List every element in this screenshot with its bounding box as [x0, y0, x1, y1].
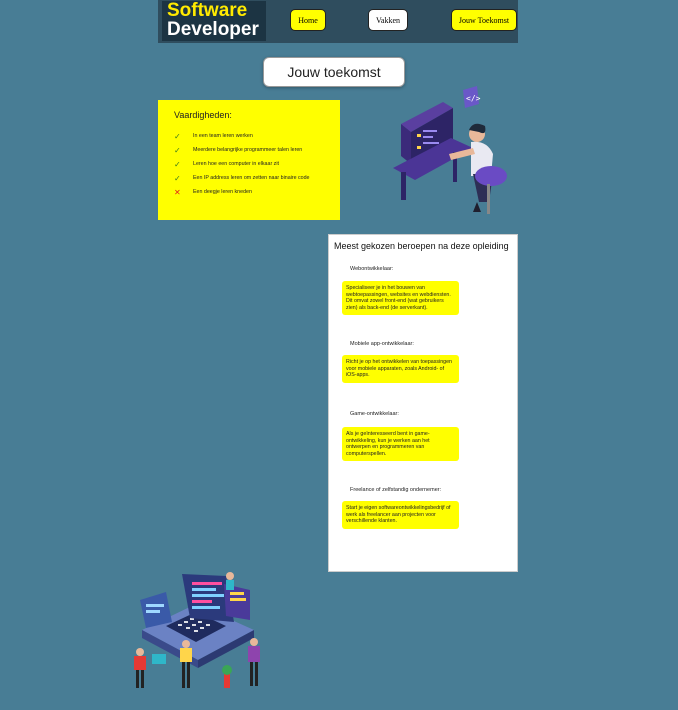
skill-item: ✕ Een deegje leren kneden [174, 185, 340, 199]
check-icon: ✓ [174, 131, 181, 141]
career-description: Richt je op het ontwikkelen van toepassi… [342, 355, 459, 383]
nav-vakken-button[interactable]: Vakken [368, 9, 408, 31]
career-label: Mobiele app-ontwikkelaar: [350, 341, 414, 347]
skills-title: Vaardigheden: [174, 110, 232, 120]
career-description: Start je eigen softwareontwikkelingsbedr… [342, 501, 459, 529]
check-icon: ✓ [174, 159, 181, 169]
skill-item: ✓ Een IP address leren om zetten naar bi… [174, 171, 340, 185]
career-label: Webontwikkelaar: [350, 266, 394, 272]
career-description: Specialiseer je in het bouwen van webtoe… [342, 281, 459, 316]
svg-text:</>: </> [466, 94, 481, 103]
developer-desk-illustration: </> [393, 86, 507, 214]
skill-text: Een deegje leren kneden [193, 189, 252, 195]
logo-line2: Developer [167, 19, 259, 40]
careers-panel: Meest gekozen beroepen na deze opleiding… [328, 234, 518, 572]
career-label: Freelance of zelfstandig ondernemer: [350, 487, 442, 493]
skill-item: ✓ Meerdere belangrijke programmeer talen… [174, 143, 340, 157]
career-description: Als je geïnteresseerd bent in game-ontwi… [342, 427, 459, 462]
skill-text: In een team leren werken [193, 133, 253, 139]
skill-text: Leren hoe een computer in elkaar zit [193, 161, 279, 167]
cross-icon: ✕ [174, 187, 181, 197]
logo-line1: Software [167, 0, 248, 21]
skills-panel: Vaardigheden: ✓ In een team leren werken… [158, 100, 340, 220]
skill-text: Een IP address leren om zetten naar bina… [193, 175, 310, 181]
check-icon: ✓ [174, 173, 181, 183]
nav-home-button[interactable]: Home [290, 9, 326, 31]
check-icon: ✓ [174, 145, 181, 155]
career-label: Game-ontwikkelaar: [350, 411, 399, 417]
logo[interactable]: Software Developer [162, 1, 266, 41]
header-bar: Software Developer Home Vakken Jouw Toek… [158, 0, 518, 43]
page-title: Jouw toekomst [263, 57, 405, 87]
skill-item: ✓ In een team leren werken [174, 129, 340, 143]
skills-list: ✓ In een team leren werken ✓ Meerdere be… [174, 129, 340, 199]
skill-item: ✓ Leren hoe een computer in elkaar zit [174, 157, 340, 171]
careers-title: Meest gekozen beroepen na deze opleiding [334, 241, 509, 251]
nav-toekomst-button[interactable]: Jouw Toekomst [451, 9, 517, 31]
skill-text: Meerdere belangrijke programmeer talen l… [193, 147, 303, 153]
team-laptop-illustration [134, 572, 260, 688]
